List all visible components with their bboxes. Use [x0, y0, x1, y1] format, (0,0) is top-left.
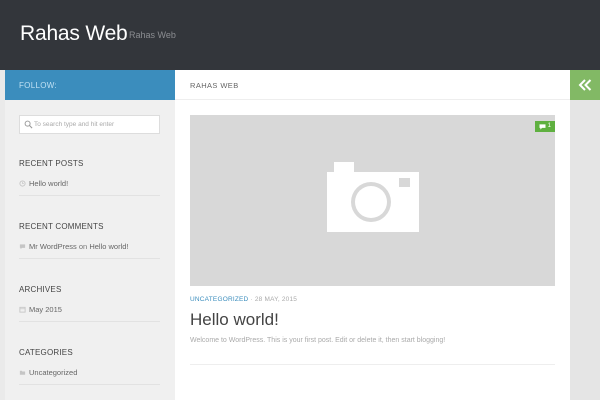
list-item: Mr WordPress on Hello world!	[19, 242, 160, 259]
recent-post-link[interactable]: Hello world!	[29, 179, 68, 188]
post-excerpt: Welcome to WordPress. This is your first…	[190, 337, 446, 344]
recent-comments-title: RECENT COMMENTS	[19, 222, 104, 231]
sidebar-follow-bar: FOLLOW:	[5, 70, 175, 100]
category-link[interactable]: Uncategorized	[29, 368, 77, 377]
recent-posts-widget: RECENT POSTS Hello world!	[19, 159, 160, 196]
post-meta: UNCATEGORIZED · 28 MAY, 2015	[190, 296, 297, 303]
main-section-header: RAHAS WEB	[175, 70, 570, 100]
comment-connector: on	[78, 242, 88, 251]
recent-posts-title: RECENT POSTS	[19, 159, 84, 168]
sidebar: FOLLOW: RECENT POSTS Hello world! RECENT…	[5, 70, 175, 400]
comment-post-link[interactable]: Hello world!	[89, 242, 128, 251]
post-title[interactable]: Hello world!	[190, 310, 279, 330]
comment-icon	[19, 244, 26, 250]
folder-icon	[19, 370, 26, 375]
post-category-link[interactable]: UNCATEGORIZED	[190, 296, 248, 303]
recent-comments-widget: RECENT COMMENTS Mr WordPress on Hello wo…	[19, 222, 160, 259]
calendar-icon	[19, 306, 26, 313]
comment-count-badge[interactable]: 1	[535, 121, 555, 132]
archives-widget: ARCHIVES May 2015	[19, 285, 160, 322]
search-input[interactable]	[34, 118, 156, 131]
double-chevron-left-icon	[578, 79, 592, 91]
sidebar-toggle-button[interactable]	[570, 70, 600, 100]
search-icon	[24, 120, 33, 129]
post-date: 28 MAY, 2015	[254, 296, 298, 303]
categories-title: CATEGORIES	[19, 348, 73, 357]
comment-author-link[interactable]: Mr WordPress	[29, 242, 77, 251]
right-sidebar-strip	[570, 70, 600, 400]
post-divider	[190, 364, 555, 365]
site-title[interactable]: Rahas Web	[20, 22, 128, 46]
site-description: Rahas Web	[129, 30, 176, 40]
site-header: Rahas Web Rahas Web	[0, 0, 600, 70]
main-content: RAHAS WEB 1 UNCATEGORIZED · 28 MAY, 2015…	[175, 70, 570, 400]
search-box[interactable]	[19, 115, 160, 134]
comment-count: 1	[547, 123, 552, 129]
archives-title: ARCHIVES	[19, 285, 62, 294]
follow-label: FOLLOW:	[19, 81, 57, 90]
post-thumbnail[interactable]: 1	[190, 115, 555, 286]
clock-icon	[19, 180, 26, 187]
section-title: RAHAS WEB	[190, 81, 239, 90]
comment-icon	[539, 124, 546, 130]
camera-icon	[327, 162, 419, 232]
categories-widget: CATEGORIES Uncategorized	[19, 348, 160, 385]
archive-link[interactable]: May 2015	[29, 305, 62, 314]
list-item: May 2015	[19, 305, 160, 322]
list-item: Hello world!	[19, 179, 160, 196]
list-item: Uncategorized	[19, 368, 160, 385]
